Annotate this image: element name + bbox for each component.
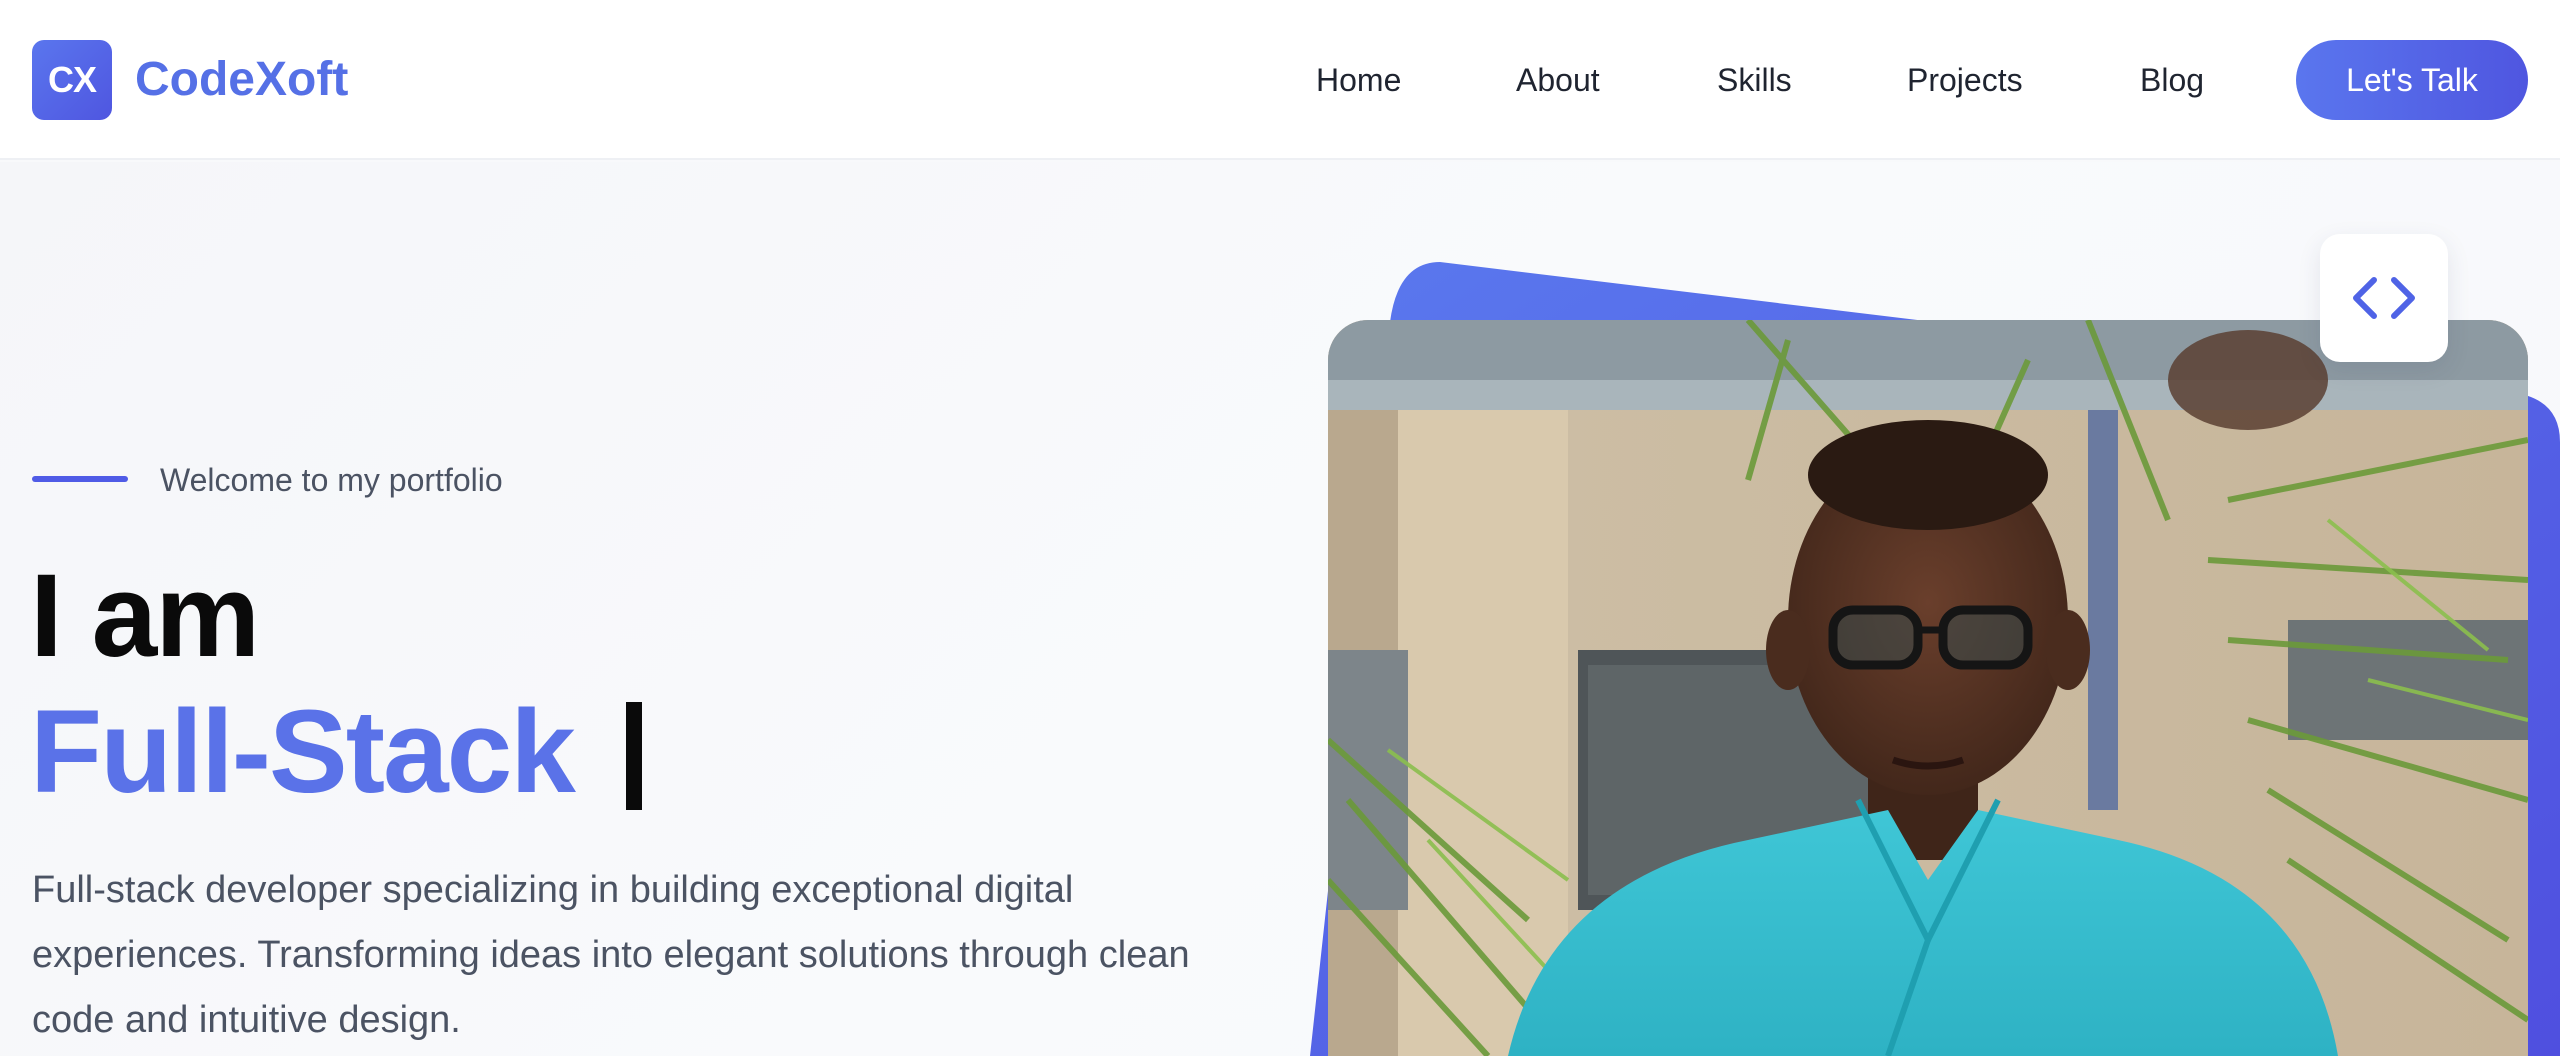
- nav-item-skills[interactable]: Skills: [1717, 60, 1792, 100]
- nav-item-projects[interactable]: Projects: [1907, 60, 2023, 100]
- hero-role: Full-Stack: [30, 686, 576, 818]
- nav-item-home[interactable]: Home: [1316, 60, 1401, 100]
- hero-description: Full-stack developer specializing in bui…: [32, 869, 1190, 1041]
- eyebrow-divider: [32, 476, 128, 482]
- logo-text[interactable]: CodeXoft: [135, 52, 348, 108]
- code-brackets-chip: [2320, 234, 2448, 362]
- code-brackets-icon: [2353, 277, 2415, 319]
- logo-badge[interactable]: CX: [32, 40, 112, 120]
- typing-cursor: [626, 702, 642, 810]
- site-header: CX CodeXoft Home About Skills Projects B…: [0, 0, 2560, 160]
- lets-talk-button[interactable]: Let's Talk: [2296, 40, 2528, 120]
- hero-eyebrow: Welcome to my portfolio: [160, 462, 503, 498]
- profile-photo: [1328, 320, 2528, 1056]
- nav-item-blog[interactable]: Blog: [2140, 60, 2204, 100]
- hero-headline: I am: [30, 550, 260, 682]
- nav-item-about[interactable]: About: [1516, 60, 1600, 100]
- person-photo-icon: [1328, 320, 2528, 1056]
